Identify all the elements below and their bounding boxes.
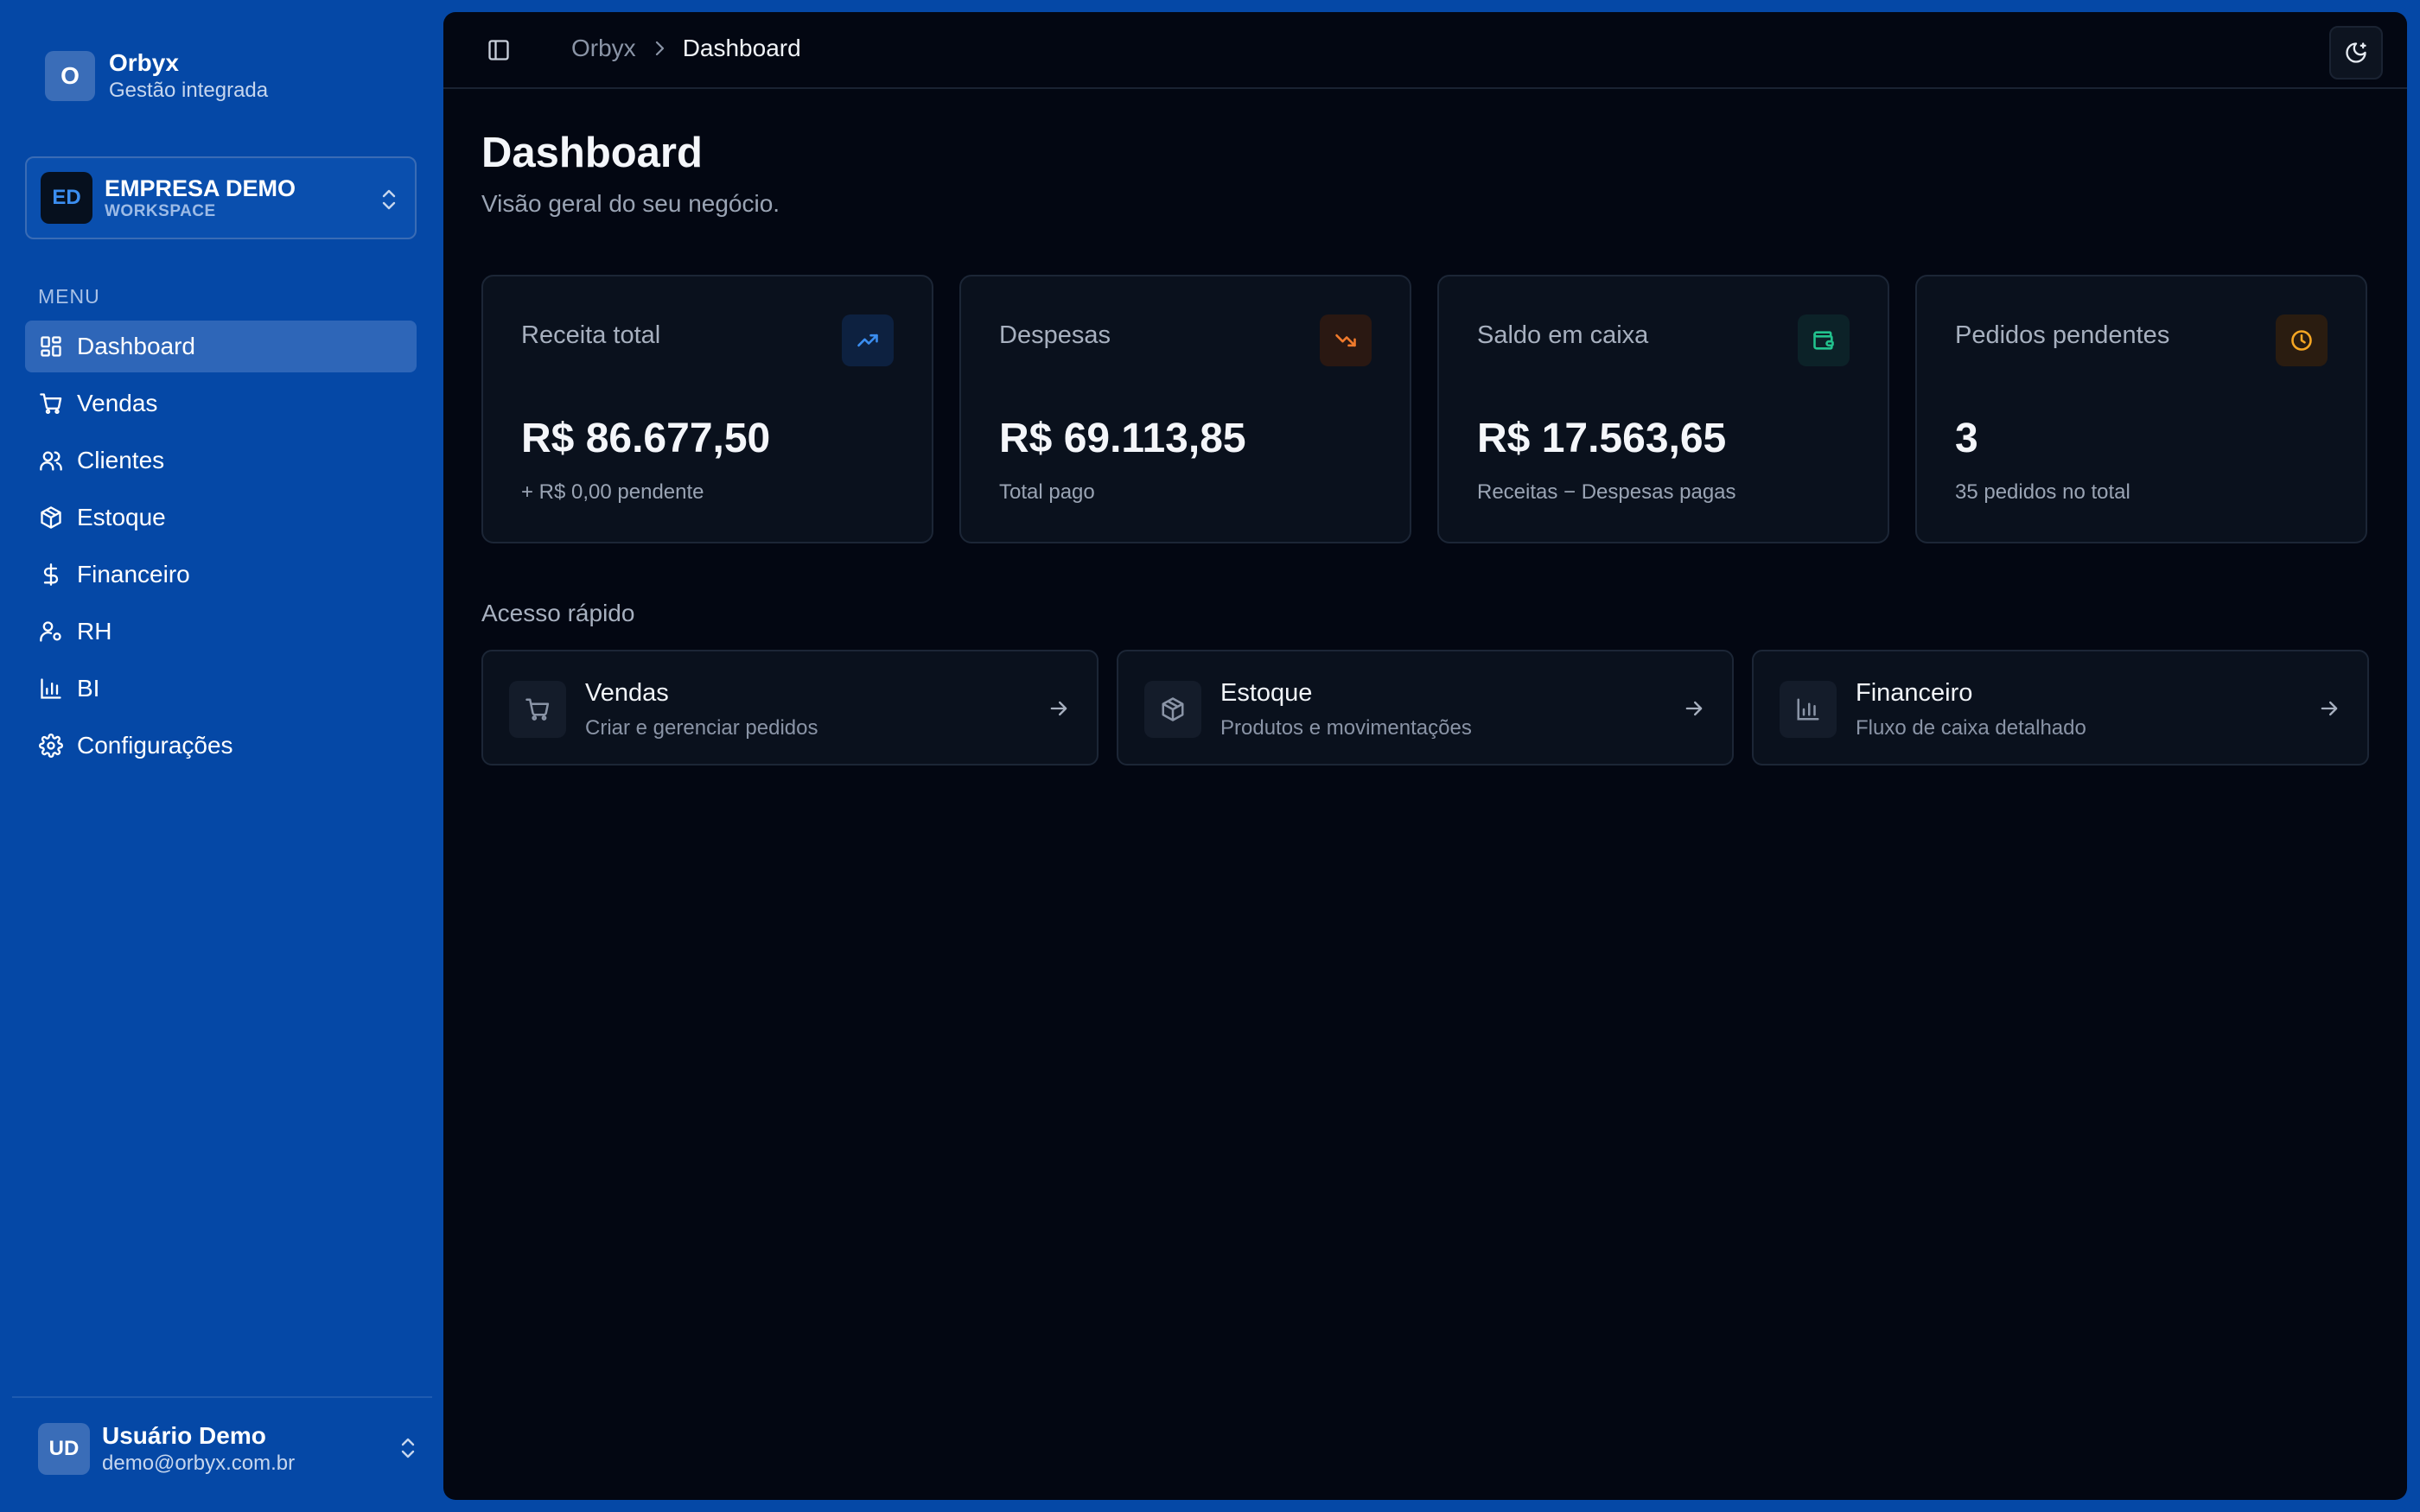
- breadcrumb: Orbyx Dashboard: [571, 35, 801, 62]
- stat-card-saldo: Saldo em caixa R$ 17.563,65 Receitas − D…: [1437, 275, 1889, 543]
- quick-link-financeiro[interactable]: Financeiro Fluxo de caixa detalhado: [1752, 650, 2369, 766]
- sidebar-item-label: RH: [77, 618, 112, 645]
- sidebar-item-label: BI: [77, 675, 100, 702]
- sidebar-item-rh[interactable]: RH: [25, 606, 417, 658]
- menu-label: MENU: [38, 285, 100, 308]
- quick-link-subtitle: Criar e gerenciar pedidos: [585, 716, 818, 740]
- arrow-right-icon: [1047, 696, 1071, 721]
- users-icon: [39, 448, 63, 473]
- workspace-tag: WORKSPACE: [105, 202, 216, 220]
- quick-link-subtitle: Fluxo de caixa detalhado: [1856, 716, 2086, 740]
- stat-label: Despesas: [999, 321, 1111, 349]
- breadcrumb-root[interactable]: Orbyx: [571, 35, 636, 62]
- theme-toggle-button[interactable]: [2329, 26, 2383, 79]
- workspace-badge: ED: [41, 172, 92, 224]
- sidebar-toggle-icon[interactable]: [487, 38, 511, 62]
- stat-value: R$ 17.563,65: [1477, 416, 1727, 461]
- cart-icon: [509, 681, 566, 738]
- stat-card-despesas: Despesas R$ 69.113,85 Total pago: [959, 275, 1411, 543]
- sidebar-nav: Dashboard Vendas Clientes Estoque Financ…: [25, 321, 417, 777]
- sidebar: O Orbyx Gestão integrada ED EMPRESA DEMO…: [0, 0, 432, 1512]
- brand-name: Orbyx: [109, 49, 179, 76]
- workspace-name: EMPRESA DEMO: [105, 175, 296, 201]
- user-name: Usuário Demo: [102, 1422, 266, 1449]
- stat-note: 35 pedidos no total: [1955, 480, 2130, 504]
- sidebar-item-bi[interactable]: BI: [25, 663, 417, 715]
- chevrons-up-down-icon: [398, 1436, 418, 1460]
- sidebar-item-configuracoes[interactable]: Configurações: [25, 720, 417, 772]
- page-subtitle: Visão geral do seu negócio.: [481, 190, 780, 217]
- main-content: Orbyx Dashboard Dashboard Visão geral do…: [443, 12, 2407, 1500]
- package-icon: [1144, 681, 1201, 738]
- arrow-right-icon: [1682, 696, 1706, 721]
- quick-link-title: Estoque: [1220, 679, 1313, 707]
- stat-label: Saldo em caixa: [1477, 321, 1649, 349]
- moon-icon: [2344, 41, 2368, 65]
- quick-link-title: Vendas: [585, 679, 669, 707]
- quick-link-subtitle: Produtos e movimentações: [1220, 716, 1472, 740]
- sidebar-item-label: Estoque: [77, 504, 166, 530]
- stat-card-receita: Receita total R$ 86.677,50 + R$ 0,00 pen…: [481, 275, 933, 543]
- stat-note: Receitas − Despesas pagas: [1477, 480, 1736, 504]
- workspace-switcher[interactable]: ED EMPRESA DEMO WORKSPACE: [25, 156, 417, 239]
- topbar: Orbyx Dashboard: [443, 12, 2407, 89]
- sidebar-item-estoque[interactable]: Estoque: [25, 492, 417, 543]
- stat-label: Pedidos pendentes: [1955, 321, 2170, 349]
- sidebar-item-dashboard[interactable]: Dashboard: [25, 321, 417, 372]
- stat-label: Receita total: [521, 321, 661, 349]
- settings-icon: [39, 734, 63, 758]
- user-cog-icon: [39, 619, 63, 644]
- quick-link-title: Financeiro: [1856, 679, 1973, 707]
- package-icon: [39, 505, 63, 530]
- sidebar-item-label: Vendas: [77, 390, 158, 416]
- brand[interactable]: O Orbyx Gestão integrada: [45, 48, 268, 104]
- trending-up-icon: [842, 314, 894, 366]
- dollar-icon: [39, 562, 63, 587]
- brand-subtitle: Gestão integrada: [109, 79, 269, 102]
- user-email: demo@orbyx.com.br: [102, 1452, 296, 1475]
- dashboard-icon: [39, 334, 63, 359]
- sidebar-item-label: Dashboard: [77, 333, 195, 359]
- sidebar-item-label: Configurações: [77, 732, 233, 759]
- stat-value: R$ 86.677,50: [521, 416, 771, 461]
- chevron-right-icon: [653, 39, 666, 58]
- stat-note: Total pago: [999, 480, 1095, 504]
- sidebar-item-vendas[interactable]: Vendas: [25, 378, 417, 429]
- bar-chart-icon: [1780, 681, 1837, 738]
- sidebar-item-label: Financeiro: [77, 561, 190, 588]
- quick-link-estoque[interactable]: Estoque Produtos e movimentações: [1117, 650, 1734, 766]
- stat-card-pedidos: Pedidos pendentes 3 35 pedidos no total: [1915, 275, 2367, 543]
- quick-access-label: Acesso rápido: [481, 600, 635, 626]
- stat-value: 3: [1955, 416, 1978, 461]
- quick-link-vendas[interactable]: Vendas Criar e gerenciar pedidos: [481, 650, 1099, 766]
- avatar: UD: [38, 1423, 90, 1475]
- breadcrumb-current: Dashboard: [682, 35, 801, 61]
- sidebar-item-label: Clientes: [77, 447, 165, 473]
- trending-down-icon: [1320, 314, 1372, 366]
- page-title: Dashboard: [481, 130, 703, 176]
- cart-icon: [39, 391, 63, 416]
- sidebar-item-clientes[interactable]: Clientes: [25, 435, 417, 486]
- brand-logo: O: [45, 51, 95, 101]
- sidebar-item-financeiro[interactable]: Financeiro: [25, 549, 417, 600]
- wallet-icon: [1798, 314, 1850, 366]
- clock-icon: [2276, 314, 2328, 366]
- divider: [12, 1396, 432, 1398]
- bar-chart-icon: [39, 677, 63, 701]
- arrow-right-icon: [2317, 696, 2341, 721]
- user-menu[interactable]: UD Usuário Demo demo@orbyx.com.br: [38, 1421, 418, 1477]
- chevrons-up-down-icon: [379, 187, 399, 212]
- stat-note: + R$ 0,00 pendente: [521, 480, 704, 504]
- stat-value: R$ 69.113,85: [999, 416, 1246, 461]
